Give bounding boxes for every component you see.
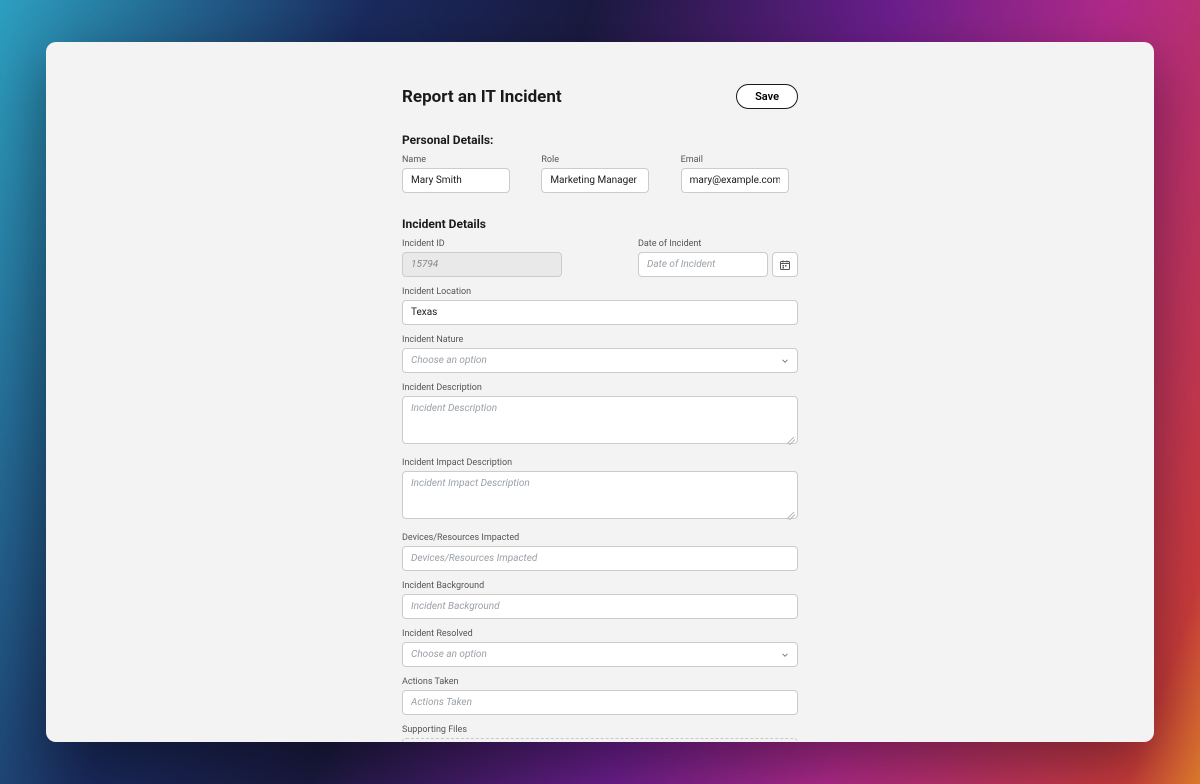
- field-location: Incident Location: [402, 287, 798, 325]
- file-dropzone[interactable]: Drag and drop your file Select a file to…: [402, 738, 798, 742]
- nature-select-wrap: Choose an option: [402, 348, 798, 373]
- calendar-icon: [779, 259, 791, 271]
- personal-row: Name Role Email: [402, 155, 798, 203]
- nature-select[interactable]: Choose an option: [402, 348, 798, 373]
- name-label: Name: [402, 155, 519, 165]
- field-devices: Devices/Resources Impacted: [402, 533, 798, 571]
- background-label: Incident Background: [402, 581, 798, 591]
- location-label: Incident Location: [402, 287, 798, 297]
- field-role: Role: [541, 155, 658, 193]
- resolved-label: Incident Resolved: [402, 629, 798, 639]
- field-actions: Actions Taken: [402, 677, 798, 715]
- resolved-select-wrap: Choose an option: [402, 642, 798, 667]
- description-textarea[interactable]: [402, 396, 798, 444]
- app-window: Report an IT Incident Save Personal Deta…: [46, 42, 1154, 742]
- save-button[interactable]: Save: [736, 84, 798, 109]
- incident-form: Report an IT Incident Save Personal Deta…: [402, 84, 798, 742]
- actions-input[interactable]: [402, 690, 798, 715]
- field-nature: Incident Nature Choose an option: [402, 335, 798, 373]
- field-date: Date of Incident: [638, 239, 798, 277]
- scroll-area[interactable]: Report an IT Incident Save Personal Deta…: [46, 42, 1154, 742]
- field-email: Email: [681, 155, 798, 193]
- devices-label: Devices/Resources Impacted: [402, 533, 798, 543]
- incident-id-input: [402, 252, 562, 277]
- section-incident-title: Incident Details: [402, 217, 798, 231]
- section-personal-title: Personal Details:: [402, 133, 798, 147]
- date-input-wrap: [638, 252, 798, 277]
- background-input[interactable]: [402, 594, 798, 619]
- date-label: Date of Incident: [638, 239, 798, 249]
- field-name: Name: [402, 155, 519, 193]
- field-incident-id: Incident ID: [402, 239, 562, 277]
- actions-label: Actions Taken: [402, 677, 798, 687]
- impact-label: Incident Impact Description: [402, 458, 798, 468]
- calendar-button[interactable]: [772, 252, 798, 277]
- impact-wrap: [402, 471, 798, 523]
- field-files: Supporting Files Drag and drop your file…: [402, 725, 798, 742]
- page-title: Report an IT Incident: [402, 87, 562, 107]
- devices-input[interactable]: [402, 546, 798, 571]
- date-input[interactable]: [638, 252, 768, 277]
- field-resolved: Incident Resolved Choose an option: [402, 629, 798, 667]
- location-input[interactable]: [402, 300, 798, 325]
- field-background: Incident Background: [402, 581, 798, 619]
- description-wrap: [402, 396, 798, 448]
- role-input[interactable]: [541, 168, 649, 193]
- resolved-select[interactable]: Choose an option: [402, 642, 798, 667]
- email-input[interactable]: [681, 168, 789, 193]
- form-header: Report an IT Incident Save: [402, 84, 798, 109]
- impact-textarea[interactable]: [402, 471, 798, 519]
- field-description: Incident Description: [402, 383, 798, 448]
- field-impact: Incident Impact Description: [402, 458, 798, 523]
- name-input[interactable]: [402, 168, 510, 193]
- files-label: Supporting Files: [402, 725, 798, 735]
- description-label: Incident Description: [402, 383, 798, 393]
- role-label: Role: [541, 155, 658, 165]
- incident-id-label: Incident ID: [402, 239, 562, 249]
- incident-row-1: Incident ID Date of Incident: [402, 239, 798, 287]
- email-label: Email: [681, 155, 798, 165]
- nature-label: Incident Nature: [402, 335, 798, 345]
